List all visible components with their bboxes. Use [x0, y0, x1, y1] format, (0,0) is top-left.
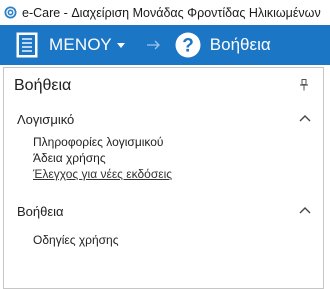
section-items: Οδηγίες χρήσης: [4, 226, 323, 248]
section-software: Λογισμικό Πληροφορίες λογισμικού Άδεια χ…: [4, 104, 323, 196]
section-title: Λογισμικό: [17, 112, 75, 127]
current-page-label: Βοήθεια: [209, 35, 271, 54]
pin-icon[interactable]: [299, 79, 309, 91]
ecare-logo-icon: [4, 6, 17, 19]
question-circle-icon: ?: [175, 32, 201, 58]
software-info-link[interactable]: Πληροφορίες λογισμικού: [33, 134, 323, 150]
help-panel: Βοήθεια Λογισμικό Πληροφορίες λογισμικού…: [3, 67, 324, 289]
check-updates-link[interactable]: Έλεγχος για νέες εκδόσεις: [33, 166, 323, 182]
caret-down-icon: [116, 42, 125, 48]
section-header-help[interactable]: Βοήθεια: [4, 196, 323, 226]
chevron-up-icon[interactable]: [299, 206, 311, 214]
menu-button[interactable]: ΜΕΝΟΥ: [0, 25, 133, 65]
ribbon-bar: ΜΕΝΟΥ ? Βοήθεια: [0, 25, 330, 65]
section-help: Βοήθεια Οδηγίες χρήσης: [4, 196, 323, 248]
svg-text:?: ?: [182, 36, 194, 57]
document-icon: [16, 32, 38, 58]
menu-label: ΜΕΝΟΥ: [49, 35, 112, 54]
window-title: e-Care - Διαχείριση Μονάδας Φροντίδας Ηλ…: [22, 5, 321, 20]
breadcrumb-help[interactable]: ? Βοήθεια: [175, 32, 271, 58]
arrow-right-icon: [146, 40, 161, 50]
chevron-up-icon[interactable]: [299, 114, 311, 122]
user-guide-link[interactable]: Οδηγίες χρήσης: [33, 232, 323, 248]
license-link[interactable]: Άδεια χρήσης: [33, 150, 323, 166]
title-bar: e-Care - Διαχείριση Μονάδας Φροντίδας Ηλ…: [0, 0, 330, 25]
section-title: Βοήθεια: [17, 204, 64, 219]
panel-title: Βοήθεια: [14, 77, 72, 94]
section-header-software[interactable]: Λογισμικό: [4, 104, 323, 134]
section-items: Πληροφορίες λογισμικού Άδεια χρήσης Έλεγ…: [4, 134, 323, 196]
panel-header: Βοήθεια: [4, 68, 323, 104]
